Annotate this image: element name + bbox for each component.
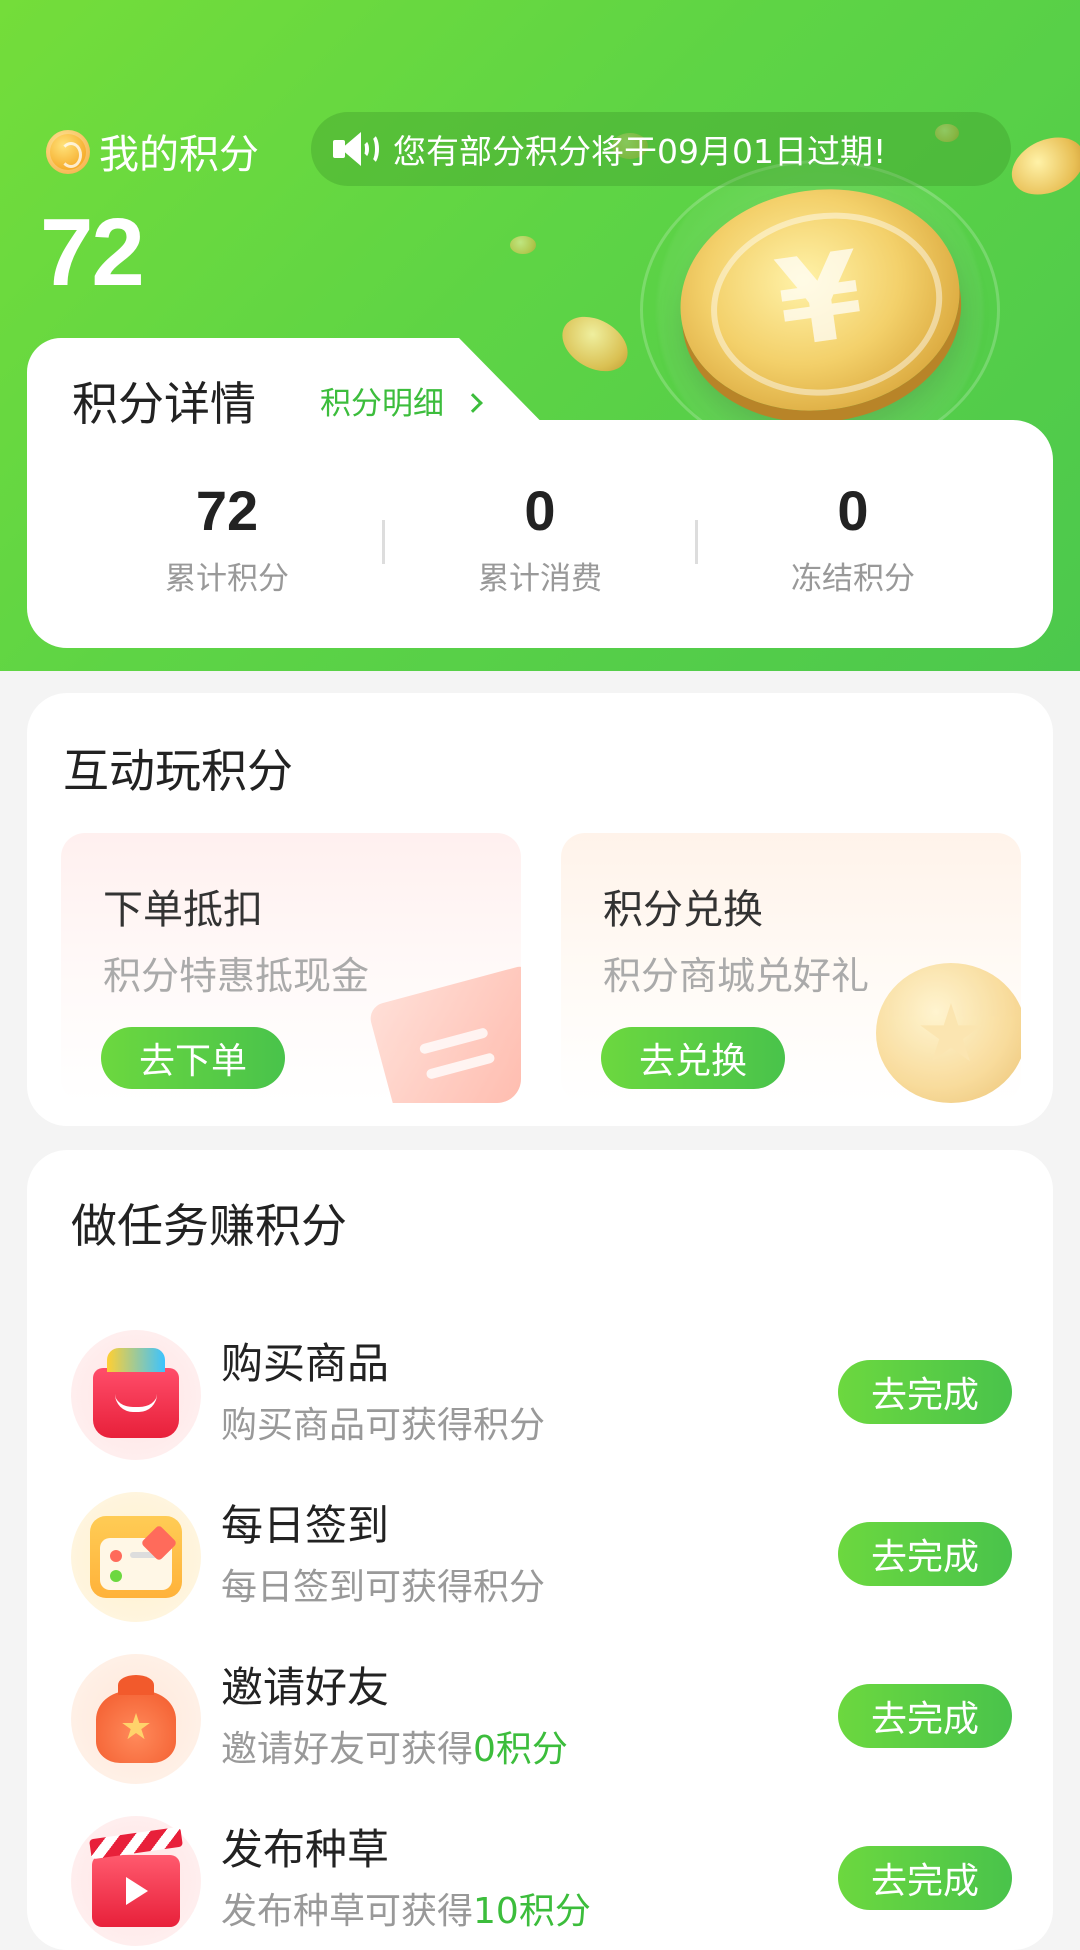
task-desc: 发布种草可获得10积分 bbox=[221, 1882, 591, 1934]
go-exchange-button[interactable]: 去兑换 bbox=[601, 1027, 785, 1089]
coupon-icon bbox=[367, 963, 521, 1103]
complete-task-button[interactable]: 去完成 bbox=[838, 1846, 1012, 1910]
task-row: 发布种草 发布种草可获得10积分 去完成 bbox=[27, 1804, 1053, 1946]
task-desc-highlight: 0积分 bbox=[473, 1729, 568, 1770]
my-points-label: 我的积分 bbox=[99, 132, 259, 178]
interactive-points-card: 互动玩积分 下单抵扣 积分特惠抵现金 去下单 积分兑换 积分商城兑好礼 去兑换 bbox=[27, 693, 1053, 1126]
task-desc-text: 每日签到可获得积分 bbox=[221, 1567, 546, 1608]
task-desc-text: 邀请好友可获得 bbox=[221, 1729, 474, 1770]
section-title: 做任务赚积分 bbox=[71, 1199, 347, 1253]
points-value: 72 bbox=[40, 199, 145, 306]
task-title: 发布种草 bbox=[221, 1825, 390, 1874]
gift-bag-icon: ★ bbox=[71, 1654, 201, 1784]
decorative-coin-icon bbox=[1002, 126, 1080, 206]
task-desc: 邀请好友可获得0积分 bbox=[221, 1720, 568, 1772]
points-exchange-card[interactable]: 积分兑换 积分商城兑好礼 去兑换 bbox=[561, 833, 1021, 1103]
points-history-link-label: 积分明细 bbox=[320, 386, 444, 422]
stat-value: 0 bbox=[837, 479, 869, 542]
stat-value: 72 bbox=[195, 479, 259, 542]
details-title: 积分详情 bbox=[72, 377, 256, 431]
shopping-bag-icon bbox=[71, 1330, 201, 1460]
tasks-card: 做任务赚积分 购买商品 购买商品可获得积分 去完成 每日签到 每日签到可获得积分… bbox=[27, 1150, 1053, 1950]
promo-subtitle: 积分商城兑好礼 bbox=[603, 954, 870, 998]
promo-title: 积分兑换 bbox=[603, 887, 763, 933]
task-row: ★ 邀请好友 邀请好友可获得0积分 去完成 bbox=[27, 1642, 1053, 1784]
expiry-notice[interactable]: 您有部分积分将于09月01日过期! bbox=[311, 112, 1011, 186]
stat-divider bbox=[382, 520, 385, 564]
promo-title: 下单抵扣 bbox=[103, 887, 263, 933]
task-title: 购买商品 bbox=[221, 1339, 390, 1388]
complete-task-button[interactable]: 去完成 bbox=[838, 1684, 1012, 1748]
section-title: 互动玩积分 bbox=[63, 744, 293, 798]
calendar-icon bbox=[71, 1492, 201, 1622]
task-desc: 购买商品可获得积分 bbox=[221, 1396, 545, 1448]
stat-label: 冻结积分 bbox=[791, 561, 915, 597]
task-row: 购买商品 购买商品可获得积分 去完成 bbox=[27, 1318, 1053, 1460]
points-history-link[interactable]: 积分明细 bbox=[320, 378, 483, 423]
chevron-right-icon bbox=[463, 392, 483, 413]
points-coin-icon bbox=[46, 130, 90, 174]
task-desc-highlight: 10积分 bbox=[473, 1891, 591, 1932]
star-coin-icon bbox=[876, 963, 1021, 1103]
points-details-card: 积分详情 积分明细 72 累计积分 0 累计消费 0 冻结积分 bbox=[27, 338, 1053, 648]
promo-subtitle: 积分特惠抵现金 bbox=[103, 954, 370, 998]
decorative-coin-icon bbox=[510, 236, 536, 254]
stat-divider bbox=[695, 520, 698, 564]
task-desc: 每日签到可获得积分 bbox=[221, 1558, 545, 1610]
task-desc-text: 发布种草可获得 bbox=[221, 1891, 474, 1932]
video-clapper-icon bbox=[71, 1816, 201, 1946]
complete-task-button[interactable]: 去完成 bbox=[838, 1360, 1012, 1424]
complete-task-button[interactable]: 去完成 bbox=[838, 1522, 1012, 1586]
go-order-button[interactable]: 去下单 bbox=[101, 1027, 285, 1089]
stat-total-spent: 0 累计消费 bbox=[390, 478, 690, 598]
points-header: ¥ 我的积分 您有部分积分将于09月01日过期! 72 积分详情 积分明细 72… bbox=[0, 0, 1080, 671]
task-row: 每日签到 每日签到可获得积分 去完成 bbox=[27, 1480, 1053, 1622]
stat-value: 0 bbox=[524, 479, 556, 542]
expiry-notice-text: 您有部分积分将于09月01日过期! bbox=[393, 132, 887, 171]
task-title: 每日签到 bbox=[221, 1501, 390, 1550]
task-desc-text: 购买商品可获得积分 bbox=[221, 1405, 546, 1446]
speaker-icon bbox=[333, 130, 379, 168]
task-title: 邀请好友 bbox=[221, 1663, 390, 1712]
stat-frozen-points: 0 冻结积分 bbox=[703, 478, 1003, 598]
stat-label: 累计积分 bbox=[165, 561, 289, 597]
stat-label: 累计消费 bbox=[478, 561, 602, 597]
order-deduction-card[interactable]: 下单抵扣 积分特惠抵现金 去下单 bbox=[61, 833, 521, 1103]
stat-total-points: 72 累计积分 bbox=[77, 478, 377, 598]
